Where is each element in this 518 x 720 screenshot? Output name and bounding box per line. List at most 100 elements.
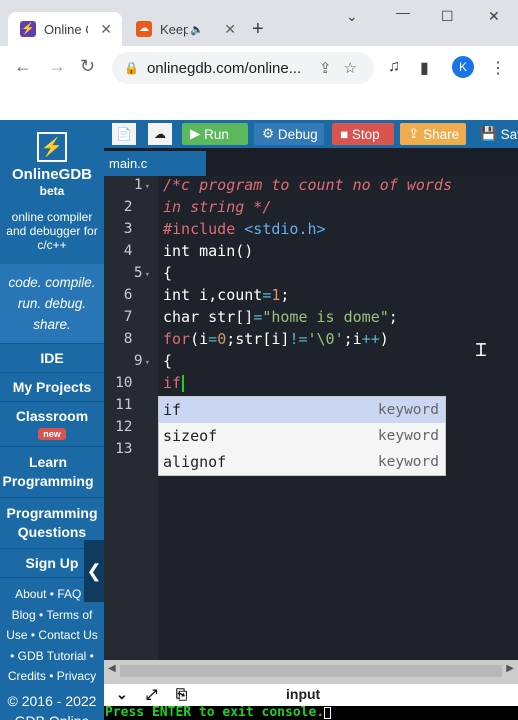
sidebar-item-ide[interactable]: IDE (0, 343, 104, 372)
code-line: /*c program to count no of words (163, 176, 452, 194)
new-tab-button[interactable]: + (252, 18, 264, 41)
autocomplete-item[interactable]: sizeof keyword (159, 423, 445, 449)
forward-button[interactable]: → (48, 56, 66, 77)
copyright: © 2016 - 2022 GDB Online (0, 691, 104, 720)
fold-arrow-icon[interactable]: ▾ (145, 270, 150, 280)
close-tab-icon[interactable]: ✕ (100, 21, 112, 38)
mouse-ibeam-cursor-icon: Ɪ (476, 340, 487, 361)
profile-avatar[interactable]: K (452, 56, 474, 78)
code-editor[interactable]: 1 ▾ 2 3 4 5 ▾ 6 7 8 9 ▾ 10 11 12 13 /*c pro… (104, 176, 518, 660)
line-number: 1 ▾ (133, 177, 150, 193)
scrollbar-thumb[interactable] (120, 665, 502, 677)
browser-tab-strip: ⚡ Online C ✕ ☁ Keep 🔈 ✕ + ⌄ — ☐ ✕ (0, 0, 518, 46)
expand-icon[interactable]: ⤢ (146, 686, 157, 703)
stop-label: Stop (351, 126, 380, 142)
bookmark-star-icon[interactable]: ☆ (344, 59, 357, 77)
browser-tab-keep[interactable]: ☁ Keep 🔈 ✕ (126, 12, 246, 46)
privacy-link[interactable]: Privacy (57, 669, 96, 683)
brand-name[interactable]: OnlineGDB (0, 166, 104, 183)
save-button[interactable]: 💾 Save (472, 123, 518, 145)
onlinegdb-logo-icon[interactable]: ⚡ (37, 132, 67, 162)
input-label[interactable]: input (286, 686, 320, 702)
line-number: 8 (123, 331, 133, 347)
terminal-cursor (324, 706, 332, 719)
code-line: in string */ (163, 198, 272, 216)
tab-main-c[interactable]: main.c (104, 151, 206, 176)
line-number: 4 (123, 243, 133, 259)
about-link[interactable]: About (15, 587, 46, 601)
autocomplete-item[interactable]: alignof keyword (159, 449, 445, 475)
line-number: 13 (115, 441, 133, 457)
slogan-line: share. (33, 317, 71, 332)
screen: ⚡ Online C ✕ ☁ Keep 🔈 ✕ + ⌄ — ☐ ✕ ← → ↻ … (0, 0, 518, 720)
sidebar-item-classroom[interactable]: Classroom new (0, 401, 104, 446)
line-number: 10 (115, 375, 133, 391)
autocomplete-word: alignof (163, 453, 227, 471)
code-line: { (163, 264, 173, 282)
slogan-line: code. compile. (8, 275, 96, 290)
save-label: Save (500, 126, 518, 142)
minimize-button[interactable]: — (396, 4, 410, 20)
address-bar[interactable]: 🔒 onlinegdb.com/online... ⇪ ☆ (112, 52, 374, 84)
upload-cloud-icon[interactable]: ☁ (148, 123, 172, 145)
copyright-line: © 2016 - 2022 (7, 692, 97, 709)
scroll-left-arrow-icon[interactable]: ◀ (108, 663, 116, 674)
browser-toolbar: ← → ↻ 🔒 onlinegdb.com/online... ⇪ ☆ ♫ ▮ … (0, 46, 518, 90)
tab-title: Keep (160, 21, 188, 37)
share-page-icon[interactable]: ⇪ (319, 59, 332, 77)
run-button[interactable]: ▶ Run (182, 123, 248, 145)
credits-link[interactable]: Credits (8, 669, 46, 683)
copyright-line: GDB Online (0, 711, 104, 720)
close-tab-icon[interactable]: ✕ (224, 21, 236, 38)
blog-link[interactable]: Blog (12, 608, 36, 622)
menu-dots-icon[interactable]: ⋮ (490, 58, 506, 78)
back-button[interactable]: ← (14, 56, 32, 77)
line-number: 7 (123, 309, 133, 325)
sidebar-item-label: Classroom (15, 408, 89, 424)
editor-toolbar: 📄 ☁ ▶ Run ⚙ Debug ■ Stop ⇪ Share 💾 Save (104, 120, 518, 148)
code-line: char str[]="home is dome"; (163, 308, 398, 326)
collapse-sidebar-chevron-left-icon[interactable]: ❮ (84, 540, 104, 602)
copy-icon[interactable]: ⎘ (176, 686, 187, 703)
tab-search-chevron-icon[interactable]: ⌄ (346, 8, 358, 25)
media-control-icon[interactable]: ♫ (388, 58, 400, 76)
console-output[interactable]: Press ENTER to exit console. (104, 706, 518, 720)
line-number: 5 ▾ (133, 265, 150, 281)
maximize-button[interactable]: ☐ (441, 8, 454, 25)
share-button[interactable]: ⇪ Share (400, 123, 466, 145)
autocomplete-item[interactable]: if keyword (159, 397, 445, 423)
gdb-tutorial-link[interactable]: GDB Tutorial (18, 649, 87, 663)
run-label: Run (204, 126, 229, 142)
close-window-button[interactable]: ✕ (488, 8, 500, 25)
line-number: 3 (123, 221, 133, 237)
side-panel-icon[interactable]: ▮ (420, 58, 429, 78)
scroll-right-arrow-icon[interactable]: ▶ (506, 663, 514, 674)
fold-arrow-icon[interactable]: ▾ (145, 358, 150, 368)
faq-link[interactable]: FAQ (57, 587, 81, 601)
url-text: onlinegdb.com/online... (146, 59, 302, 77)
debug-button[interactable]: ⚙ Debug (254, 123, 324, 145)
line-number: 6 (123, 287, 133, 303)
play-icon: ▶ (190, 126, 201, 141)
chevron-down-icon[interactable]: ⌄ (116, 686, 128, 703)
code-line: { (163, 352, 173, 370)
console-toolbar: ⌄ ⤢ ⎘ input (104, 684, 518, 706)
contact-link[interactable]: Contact Us (38, 628, 97, 642)
fold-arrow-icon[interactable]: ▾ (145, 182, 150, 192)
lock-icon[interactable]: 🔒 (124, 61, 139, 75)
slogan-line: run. debug. (17, 296, 87, 311)
console-text: Press ENTER to exit console. (104, 706, 518, 720)
browser-tab-onlinegdb[interactable]: ⚡ Online C ✕ (8, 12, 122, 46)
onlinegdb-favicon-icon: ⚡ (20, 21, 36, 37)
sidebar-item-my-projects[interactable]: My Projects (0, 372, 104, 401)
reload-button[interactable]: ↻ (80, 56, 95, 77)
speaker-icon[interactable]: 🔈 (190, 23, 204, 36)
code-line: int main() (163, 242, 254, 260)
sidebar-item-learn-programming[interactable]: Learn Programming (0, 446, 104, 497)
line-number: 2 (123, 199, 133, 215)
autocomplete-word: sizeof (163, 427, 218, 445)
new-file-icon[interactable]: 📄 (112, 123, 136, 145)
horizontal-scrollbar[interactable]: ◀ ▶ (104, 660, 518, 684)
stop-icon: ■ (340, 126, 349, 142)
stop-button[interactable]: ■ Stop (332, 123, 394, 145)
